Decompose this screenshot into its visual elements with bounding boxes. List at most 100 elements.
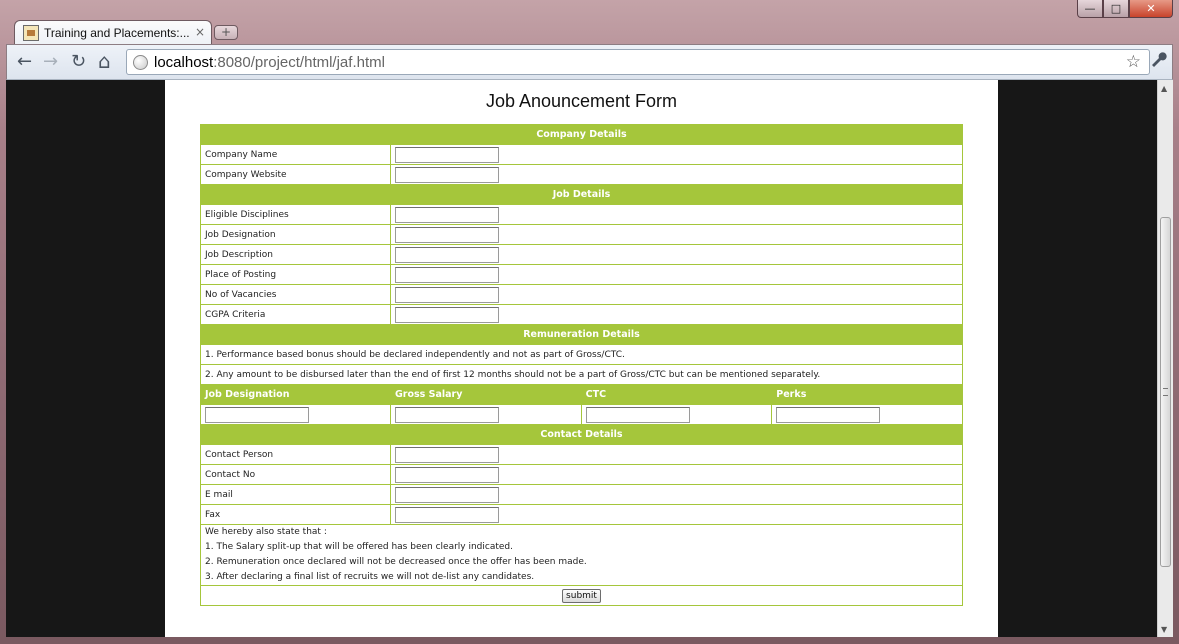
field-label: Eligible Disciplines bbox=[200, 204, 391, 225]
declaration-line: 1. The Salary split-up that will be offe… bbox=[205, 542, 513, 552]
form-row: Fax bbox=[200, 504, 963, 525]
declaration-block: We hereby also state that : 1. The Salary… bbox=[200, 524, 963, 586]
url-path: :8080/project/html/jaf.html bbox=[213, 53, 385, 71]
no-of-vacancies-input[interactable] bbox=[395, 286, 499, 303]
minimize-button[interactable]: — bbox=[1077, 0, 1103, 18]
field-label: No of Vacancies bbox=[200, 284, 391, 305]
page-title: Job Anouncement Form bbox=[485, 91, 678, 111]
vertical-scrollbar[interactable]: ▲ ▼ bbox=[1157, 80, 1173, 637]
form-row: Job Designation bbox=[200, 224, 963, 245]
remuneration-gross-salary-input[interactable] bbox=[395, 406, 499, 423]
job-designation-input[interactable] bbox=[395, 226, 499, 243]
field-cell bbox=[390, 204, 963, 225]
browser-toolbar: ← → ↻ ⌂ localhost:8080/project/html/jaf.… bbox=[6, 44, 1173, 80]
form-row: Job Description bbox=[200, 244, 963, 265]
field-cell bbox=[390, 244, 963, 265]
place-of-posting-input[interactable] bbox=[395, 266, 499, 283]
field-label: Job Designation bbox=[200, 224, 391, 245]
field-label: Fax bbox=[200, 504, 391, 525]
field-label: CGPA Criteria bbox=[200, 304, 391, 325]
field-label: Job Description bbox=[200, 244, 391, 265]
job-description-input[interactable] bbox=[395, 246, 499, 263]
field-cell bbox=[390, 284, 963, 305]
field-cell bbox=[580, 404, 773, 425]
field-cell bbox=[390, 464, 963, 485]
favicon-icon bbox=[23, 24, 39, 41]
declaration-line: 3. After declaring a final list of recru… bbox=[205, 572, 535, 582]
form-row: Company Website bbox=[200, 164, 963, 185]
browser-tab[interactable]: Training and Placements:... × bbox=[14, 20, 212, 44]
field-label: E mail bbox=[200, 484, 391, 505]
form-row: Company Name bbox=[200, 144, 963, 165]
fax-input[interactable] bbox=[395, 506, 499, 523]
submit-row: submit bbox=[200, 585, 963, 606]
remuneration-ctc-input[interactable] bbox=[585, 406, 690, 423]
section-remuneration-details: Remuneration Details bbox=[200, 324, 963, 345]
field-cell bbox=[390, 164, 963, 185]
submit-cell: submit bbox=[200, 585, 963, 606]
cgpa-criteria-input[interactable] bbox=[395, 306, 499, 323]
url-host: localhost bbox=[154, 53, 214, 71]
remuneration-job-designation-input[interactable] bbox=[205, 406, 309, 423]
field-cell bbox=[390, 144, 963, 165]
form-row: Eligible Disciplines bbox=[200, 204, 963, 225]
page-content: Job Anouncement Form Company Details Comp… bbox=[165, 80, 998, 637]
maximize-button[interactable]: □ bbox=[1103, 0, 1129, 18]
star-icon[interactable]: ☆ bbox=[1126, 52, 1141, 72]
remuneration-perks-input[interactable] bbox=[776, 406, 881, 423]
eligible-disciplines-input[interactable] bbox=[395, 206, 499, 223]
wrench-icon[interactable] bbox=[1149, 50, 1167, 73]
field-label: Contact Person bbox=[200, 444, 391, 465]
field-cell bbox=[390, 444, 963, 465]
field-cell bbox=[771, 404, 963, 425]
declaration-row: We hereby also state that : 1. The Salary… bbox=[200, 524, 963, 586]
contact-no-input[interactable] bbox=[395, 466, 499, 483]
company-website-input[interactable] bbox=[395, 166, 499, 183]
url-text: localhost:8080/project/html/jaf.html bbox=[154, 54, 385, 71]
form-row: Place of Posting bbox=[200, 264, 963, 285]
grip-icon bbox=[1163, 388, 1168, 396]
section-remuneration-details-label: Remuneration Details bbox=[200, 324, 963, 345]
forward-arrow-icon[interactable]: → bbox=[43, 51, 58, 72]
close-window-button[interactable]: ✕ bbox=[1129, 0, 1173, 18]
field-label: Place of Posting bbox=[200, 264, 391, 285]
field-cell bbox=[200, 404, 391, 425]
address-bar[interactable]: localhost:8080/project/html/jaf.html ☆ bbox=[126, 49, 1150, 75]
e-mail-input[interactable] bbox=[395, 486, 499, 503]
form-row: No of Vacancies bbox=[200, 284, 963, 305]
scroll-up-icon[interactable]: ▲ bbox=[1161, 84, 1167, 93]
company-name-input[interactable] bbox=[395, 146, 499, 163]
page-viewport: Job Anouncement Form Company Details Comp… bbox=[6, 80, 1157, 637]
field-cell bbox=[390, 504, 963, 525]
tab-title: Training and Placements:... bbox=[44, 25, 190, 40]
contact-person-input[interactable] bbox=[395, 446, 499, 463]
section-contact-details-label: Contact Details bbox=[200, 424, 963, 445]
field-cell bbox=[390, 224, 963, 245]
window-controls: — □ ✕ bbox=[1077, 0, 1173, 20]
form-row: E mail bbox=[200, 484, 963, 505]
home-icon[interactable]: ⌂ bbox=[98, 49, 111, 73]
section-job-details: Job Details bbox=[200, 184, 963, 205]
back-arrow-icon[interactable]: ← bbox=[17, 51, 32, 72]
section-job-details-label: Job Details bbox=[200, 184, 963, 205]
section-company-details: Company Details bbox=[200, 124, 963, 145]
form-row: CGPA Criteria bbox=[200, 304, 963, 325]
scroll-down-icon[interactable]: ▼ bbox=[1161, 625, 1167, 634]
field-cell bbox=[390, 264, 963, 285]
remuneration-columns: Job Designation Gross Salary CTC Perks bbox=[200, 384, 963, 405]
field-label: Company Name bbox=[200, 144, 391, 165]
tab-close-icon[interactable]: × bbox=[195, 25, 205, 39]
column-header-gross-salary: Gross Salary bbox=[390, 384, 582, 405]
section-company-details-label: Company Details bbox=[200, 124, 963, 145]
form-row: Contact Person bbox=[200, 444, 963, 465]
reload-icon[interactable]: ↻ bbox=[71, 51, 86, 72]
section-contact-details: Contact Details bbox=[200, 424, 963, 445]
field-cell bbox=[390, 404, 582, 425]
field-label: Contact No bbox=[200, 464, 391, 485]
remuneration-note: 1. Performance based bonus should be dec… bbox=[200, 344, 963, 365]
new-tab-button[interactable]: + bbox=[214, 25, 238, 40]
column-header-job-designation: Job Designation bbox=[200, 384, 391, 405]
submit-button[interactable]: submit bbox=[562, 588, 601, 603]
scrollbar-thumb[interactable] bbox=[1160, 217, 1171, 567]
declaration-line: 2. Remuneration once declared will not b… bbox=[205, 557, 587, 567]
